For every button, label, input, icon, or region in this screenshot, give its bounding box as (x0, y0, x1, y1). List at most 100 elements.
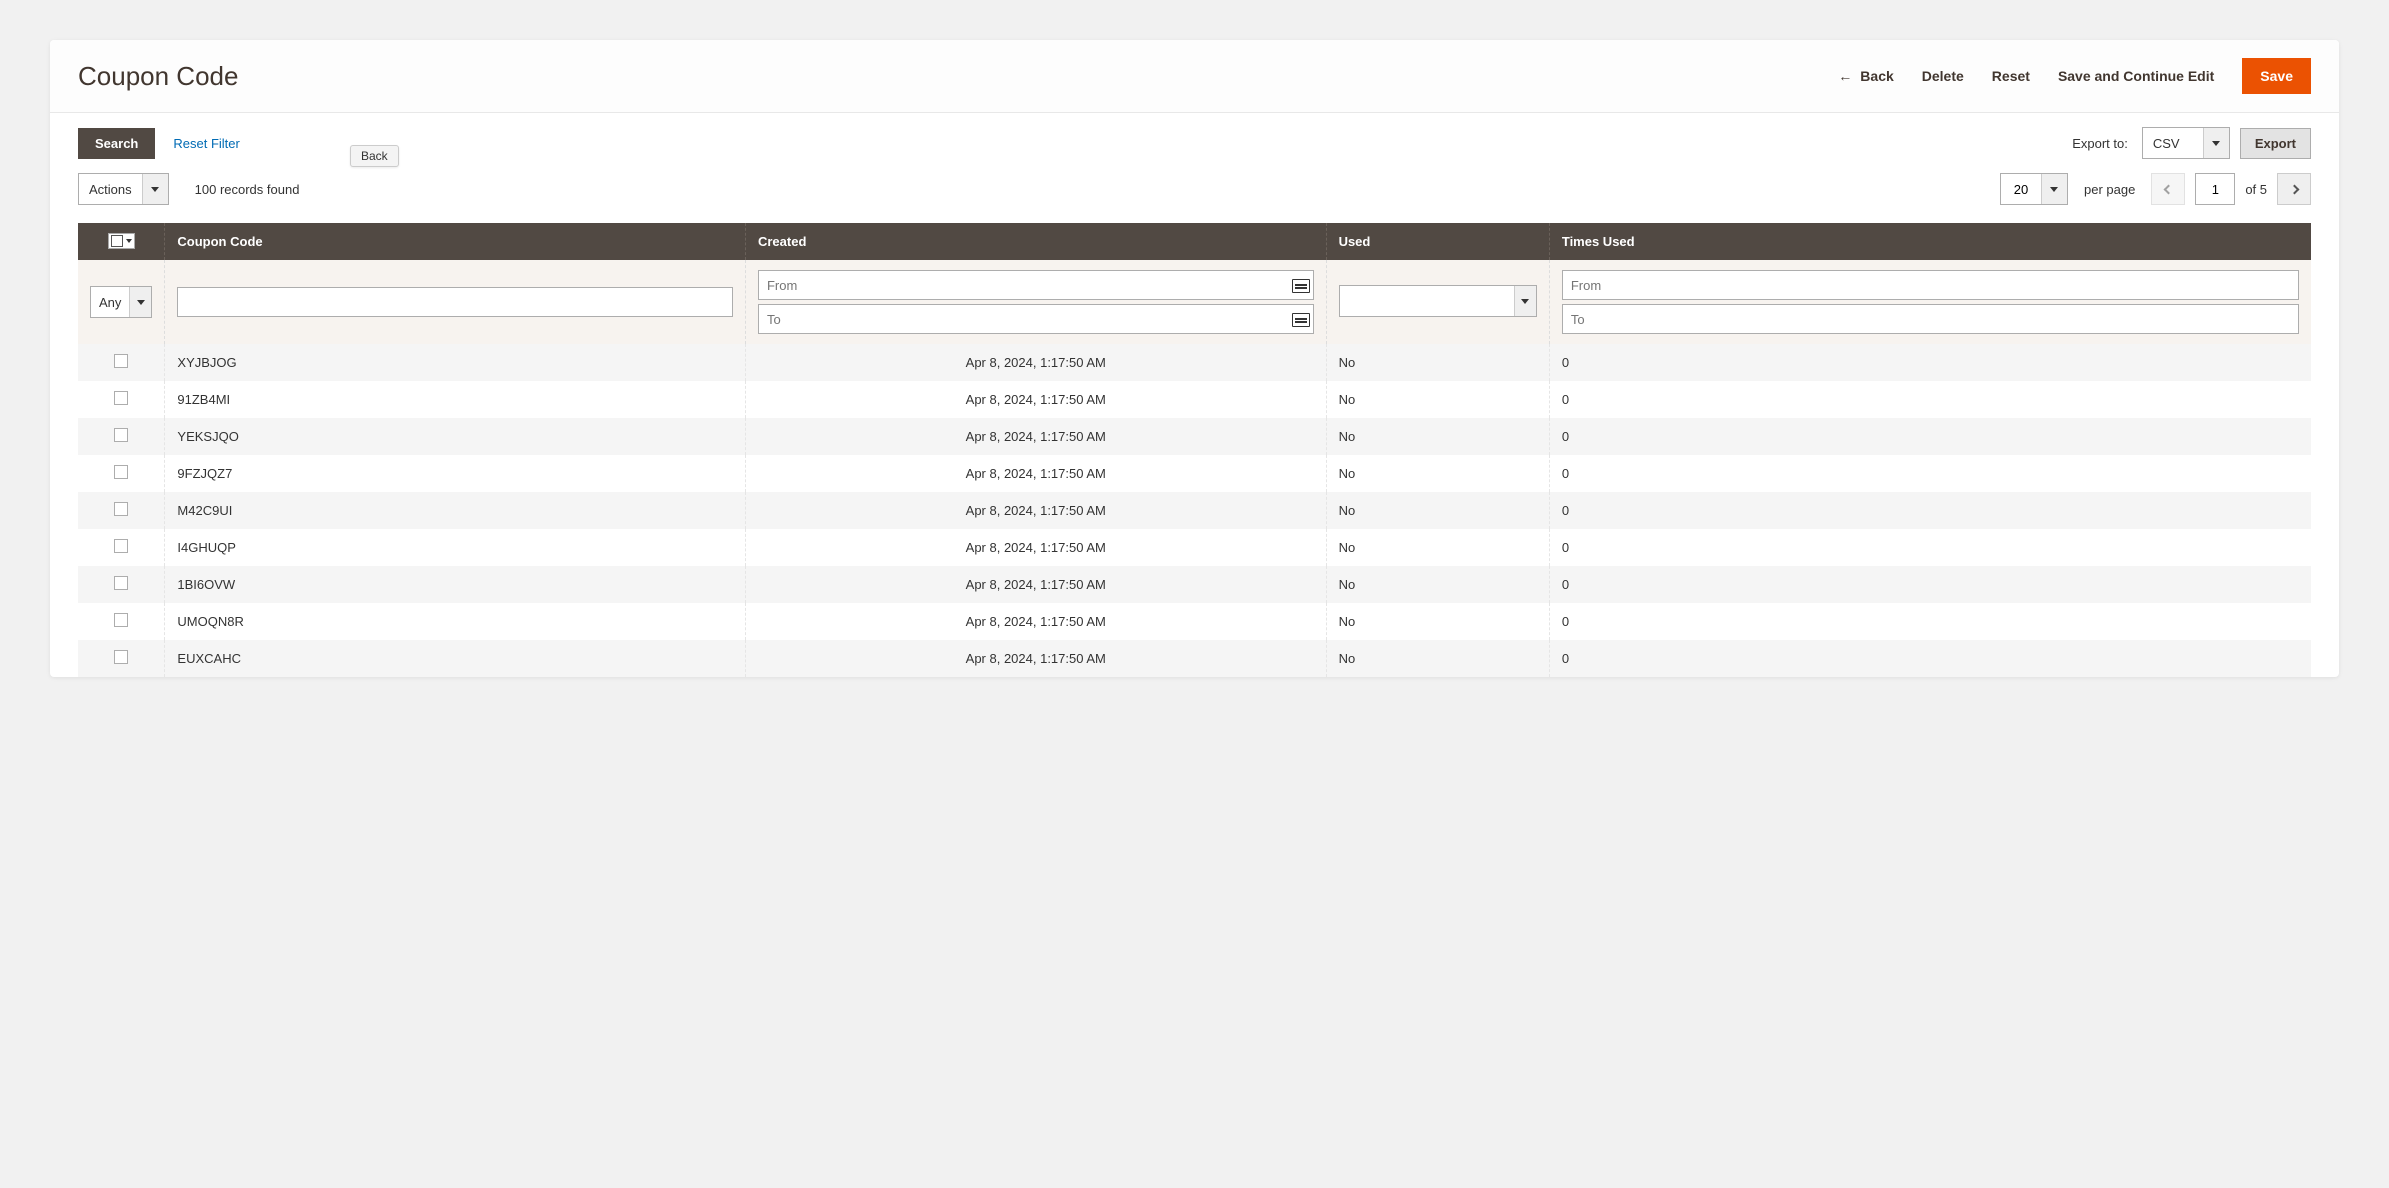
per-page-value[interactable] (2001, 174, 2041, 204)
export-to-label: Export to: (2072, 136, 2128, 151)
caret-down-icon (126, 239, 132, 243)
cell-times: 0 (1549, 566, 2311, 603)
table-row[interactable]: M42C9UIApr 8, 2024, 1:17:50 AMNo0 (78, 492, 2311, 529)
caret-down-icon (137, 300, 145, 305)
back-label: Back (1860, 68, 1893, 84)
cell-created: Apr 8, 2024, 1:17:50 AM (745, 381, 1326, 418)
cell-code: I4GHUQP (165, 529, 746, 566)
calendar-icon[interactable] (1292, 277, 1310, 293)
reset-button[interactable]: Reset (1992, 68, 2030, 84)
table-row[interactable]: UMOQN8RApr 8, 2024, 1:17:50 AMNo0 (78, 603, 2311, 640)
actions-caret[interactable] (142, 174, 168, 204)
header-actions: ← Back Delete Reset Save and Continue Ed… (1838, 58, 2311, 94)
cell-created: Apr 8, 2024, 1:17:50 AM (745, 344, 1326, 381)
cell-times: 0 (1549, 381, 2311, 418)
cell-code: XYJBJOG (165, 344, 746, 381)
filter-any-value: Any (91, 287, 129, 317)
cell-created: Apr 8, 2024, 1:17:50 AM (745, 418, 1326, 455)
cell-used: No (1326, 492, 1549, 529)
row-checkbox[interactable] (114, 354, 128, 368)
cell-used: No (1326, 603, 1549, 640)
filter-used-value (1340, 286, 1514, 316)
export-format-value: CSV (2143, 128, 2203, 158)
save-button[interactable]: Save (2242, 58, 2311, 94)
per-page-caret[interactable] (2041, 174, 2067, 204)
calendar-icon[interactable] (1292, 311, 1310, 327)
page-number-input[interactable] (2195, 173, 2235, 205)
export-format-caret[interactable] (2203, 128, 2229, 158)
per-page-select[interactable] (2000, 173, 2068, 205)
cell-code: M42C9UI (165, 492, 746, 529)
cell-created: Apr 8, 2024, 1:17:50 AM (745, 603, 1326, 640)
export-button[interactable]: Export (2240, 128, 2311, 159)
cell-times: 0 (1549, 492, 2311, 529)
col-header-used[interactable]: Used (1326, 223, 1549, 260)
chevron-right-icon (2289, 184, 2299, 194)
select-all-checkbox[interactable] (108, 233, 135, 249)
coupon-grid: Coupon Code Created Used Times Used Any (78, 223, 2311, 677)
actions-select[interactable]: Actions (78, 173, 169, 205)
cell-code: YEKSJQO (165, 418, 746, 455)
back-tooltip: Back (350, 145, 399, 167)
admin-panel: Coupon Code ← Back Delete Reset Save and… (50, 40, 2339, 677)
col-header-times[interactable]: Times Used (1549, 223, 2311, 260)
cell-code: 1BI6OVW (165, 566, 746, 603)
table-row[interactable]: 1BI6OVWApr 8, 2024, 1:17:50 AMNo0 (78, 566, 2311, 603)
col-header-code[interactable]: Coupon Code (165, 223, 746, 260)
filter-select-any[interactable]: Any (90, 286, 152, 318)
filter-created-to[interactable] (758, 304, 1314, 334)
table-row[interactable]: EUXCAHCApr 8, 2024, 1:17:50 AMNo0 (78, 640, 2311, 677)
table-row[interactable]: XYJBJOGApr 8, 2024, 1:17:50 AMNo0 (78, 344, 2311, 381)
cell-used: No (1326, 640, 1549, 677)
actions-value: Actions (79, 174, 142, 204)
filter-row: Any (78, 260, 2311, 344)
cell-used: No (1326, 418, 1549, 455)
row-checkbox[interactable] (114, 539, 128, 553)
cell-created: Apr 8, 2024, 1:17:50 AM (745, 566, 1326, 603)
cell-used: No (1326, 381, 1549, 418)
caret-down-icon (1521, 299, 1529, 304)
prev-page-button[interactable] (2151, 173, 2185, 205)
records-found-label: 100 records found (195, 182, 300, 197)
cell-created: Apr 8, 2024, 1:17:50 AM (745, 455, 1326, 492)
row-checkbox[interactable] (114, 650, 128, 664)
row-checkbox[interactable] (114, 428, 128, 442)
grid-toolbar: Actions 100 records found per page of 5 (50, 159, 2339, 223)
filter-times-to[interactable] (1562, 304, 2299, 334)
per-page-label: per page (2084, 182, 2135, 197)
row-checkbox[interactable] (114, 576, 128, 590)
filter-created-from[interactable] (758, 270, 1314, 300)
cell-used: No (1326, 344, 1549, 381)
page-header: Coupon Code ← Back Delete Reset Save and… (50, 40, 2339, 113)
filter-code-input[interactable] (177, 287, 733, 317)
caret-down-icon (151, 187, 159, 192)
save-continue-button[interactable]: Save and Continue Edit (2058, 68, 2214, 84)
arrow-left-icon: ← (1838, 68, 1852, 84)
cell-times: 0 (1549, 603, 2311, 640)
search-button[interactable]: Search (78, 128, 155, 159)
row-checkbox[interactable] (114, 465, 128, 479)
filter-any-caret[interactable] (129, 287, 151, 317)
export-format-select[interactable]: CSV (2142, 127, 2230, 159)
page-total-label: of 5 (2245, 182, 2267, 197)
cell-used: No (1326, 566, 1549, 603)
table-row[interactable]: 91ZB4MIApr 8, 2024, 1:17:50 AMNo0 (78, 381, 2311, 418)
cell-times: 0 (1549, 529, 2311, 566)
row-checkbox[interactable] (114, 391, 128, 405)
chevron-left-icon (2163, 184, 2173, 194)
col-header-created[interactable]: Created (745, 223, 1326, 260)
table-row[interactable]: YEKSJQOApr 8, 2024, 1:17:50 AMNo0 (78, 418, 2311, 455)
row-checkbox[interactable] (114, 502, 128, 516)
table-row[interactable]: 9FZJQZ7Apr 8, 2024, 1:17:50 AMNo0 (78, 455, 2311, 492)
cell-times: 0 (1549, 418, 2311, 455)
filter-times-from[interactable] (1562, 270, 2299, 300)
next-page-button[interactable] (2277, 173, 2311, 205)
reset-filter-link[interactable]: Reset Filter (173, 136, 239, 151)
row-checkbox[interactable] (114, 613, 128, 627)
cell-created: Apr 8, 2024, 1:17:50 AM (745, 492, 1326, 529)
filter-used-select[interactable] (1339, 285, 1537, 317)
delete-button[interactable]: Delete (1922, 68, 1964, 84)
back-button[interactable]: ← Back (1838, 68, 1893, 84)
table-row[interactable]: I4GHUQPApr 8, 2024, 1:17:50 AMNo0 (78, 529, 2311, 566)
filter-used-caret[interactable] (1514, 286, 1536, 316)
